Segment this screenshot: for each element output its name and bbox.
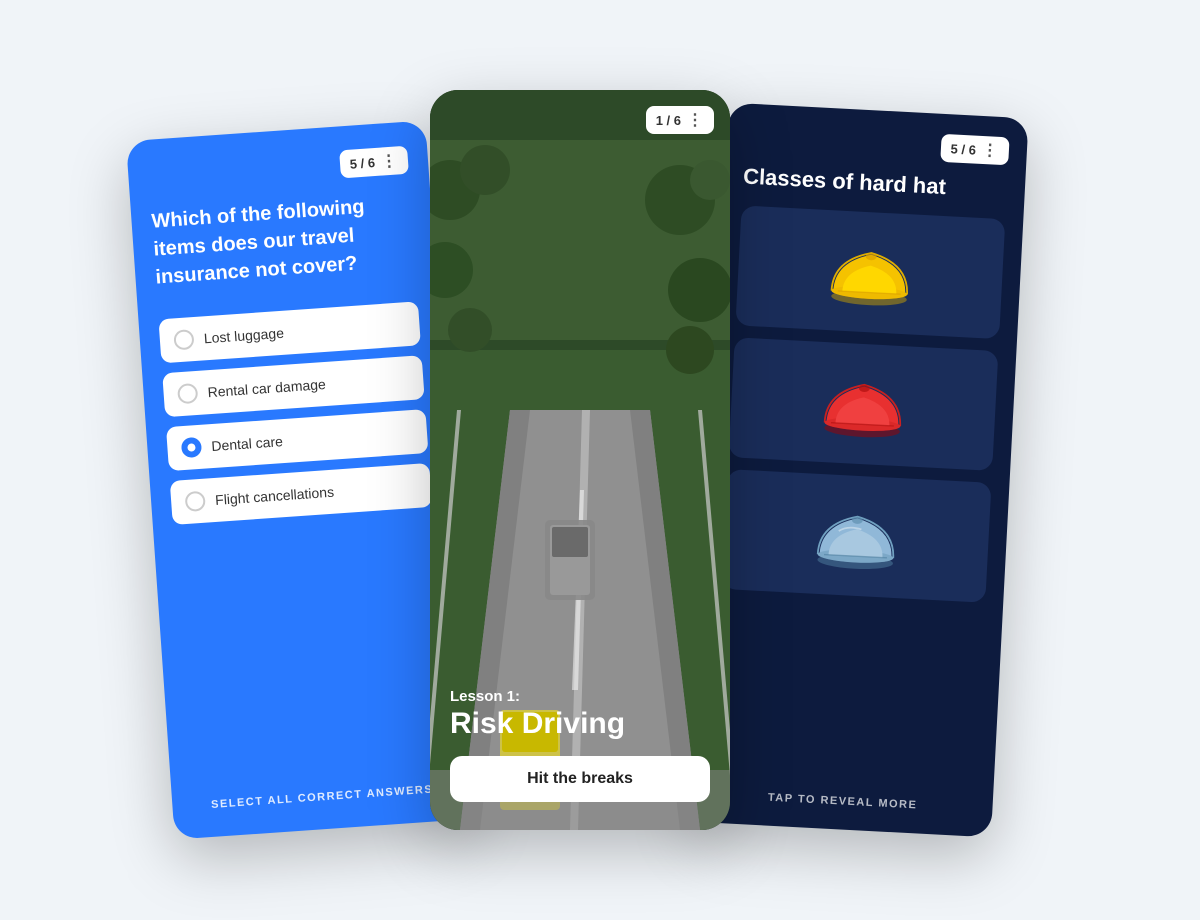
quiz-question: Which of the following items does our tr… (151, 190, 416, 292)
hardhat-progress-badge: 5 / 6 ⋮ (940, 134, 1010, 166)
yellow-hat-icon (823, 232, 917, 312)
cards-container: 5 / 6 ⋮ Which of the following items doe… (150, 70, 1050, 850)
hardhat-title: Classes of hard hat (743, 164, 1008, 204)
option-rental-car-text: Rental car damage (207, 376, 326, 400)
option-rental-car[interactable]: Rental car damage (162, 355, 424, 417)
lesson-header: 1 / 6 ⋮ (646, 106, 714, 134)
hardhat-menu-icon[interactable]: ⋮ (981, 140, 999, 161)
hardhat-header: 5 / 6 ⋮ (745, 124, 1010, 166)
lesson-progress-text: 1 / 6 (656, 113, 681, 128)
quiz-options-list: Lost luggage Rental car damage Dental ca… (158, 301, 449, 776)
option-lost-luggage[interactable]: Lost luggage (158, 301, 420, 363)
quiz-card: 5 / 6 ⋮ Which of the following items doe… (126, 120, 474, 839)
lesson-card: 1 / 6 ⋮ Lesson 1: Risk Driving Hit the b… (430, 90, 730, 830)
lesson-button-container: Hit the breaks (450, 756, 710, 802)
option-flight[interactable]: Flight cancellations (170, 463, 432, 525)
blue-hat-icon (810, 496, 904, 576)
hardhat-items-list (712, 205, 1005, 782)
hardhat-progress-text: 5 / 6 (950, 141, 976, 157)
hardhat-item-blue[interactable] (722, 469, 992, 603)
lesson-title: Risk Driving (450, 707, 710, 740)
lesson-progress-badge: 1 / 6 ⋮ (646, 106, 714, 134)
radio-flight (185, 491, 206, 512)
lesson-content: Lesson 1: Risk Driving (450, 688, 710, 740)
radio-rental-car (177, 383, 198, 404)
hardhat-card: 5 / 6 ⋮ Classes of hard hat (691, 103, 1028, 838)
hardhat-item-red[interactable] (728, 337, 998, 471)
quiz-header: 5 / 6 ⋮ (148, 146, 409, 192)
quiz-progress-text: 5 / 6 (349, 155, 375, 172)
option-lost-luggage-text: Lost luggage (203, 325, 284, 347)
radio-dental-care (181, 437, 202, 458)
option-flight-text: Flight cancellations (215, 484, 335, 508)
option-dental-care-text: Dental care (211, 433, 284, 454)
lesson-menu-icon[interactable]: ⋮ (687, 110, 704, 130)
lesson-subtitle: Lesson 1: (450, 688, 710, 705)
select-all-label: SELECT ALL CORRECT ANSWERS (211, 783, 434, 810)
lesson-action-button[interactable]: Hit the breaks (450, 756, 710, 802)
tap-reveal-label: TAP TO REVEAL MORE (768, 792, 918, 812)
quiz-progress-badge: 5 / 6 ⋮ (339, 146, 409, 179)
red-hat-icon (817, 364, 911, 444)
option-dental-care[interactable]: Dental care (166, 409, 428, 471)
hardhat-item-yellow[interactable] (735, 205, 1005, 339)
radio-lost-luggage (173, 329, 194, 350)
quiz-menu-icon[interactable]: ⋮ (380, 150, 398, 171)
